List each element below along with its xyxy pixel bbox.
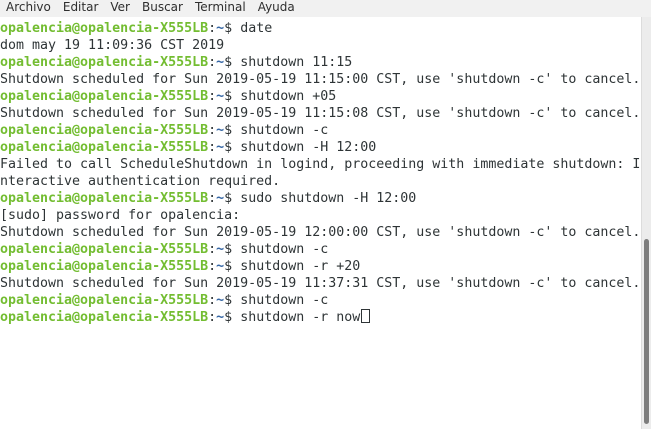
prompt-symbol: $	[224, 140, 241, 155]
command-text: shutdown -H 12:00	[240, 140, 377, 155]
prompt-separator: :	[208, 89, 217, 104]
command-line: opalencia@opalencia-X555LB:~$ shutdown -…	[0, 292, 641, 309]
command-line: opalencia@opalencia-X555LB:~$ shutdown -…	[0, 309, 641, 326]
prompt-path: ~	[216, 89, 225, 104]
prompt-path: ~	[216, 259, 225, 274]
prompt-symbol: $	[224, 259, 241, 274]
menu-bar: Archivo Editar Ver Buscar Terminal Ayuda	[0, 0, 651, 17]
prompt-user-host: opalencia@opalencia-X555LB	[0, 123, 209, 138]
vertical-scrollbar[interactable]	[641, 17, 651, 429]
output-text: Failed to call ScheduleShutdown in login…	[0, 157, 641, 172]
prompt-separator: :	[208, 310, 217, 325]
command-text: shutdown -c	[240, 123, 329, 138]
output-line: Failed to call ScheduleShutdown in login…	[0, 156, 641, 173]
output-line: [sudo] password for opalencia:	[0, 207, 641, 224]
text-cursor	[361, 309, 371, 323]
menu-item-buscar[interactable]: Buscar	[136, 0, 189, 17]
prompt-separator: :	[208, 123, 217, 138]
command-line: opalencia@opalencia-X555LB:~$ sudo shutd…	[0, 190, 641, 207]
menu-item-ayuda[interactable]: Ayuda	[252, 0, 301, 17]
prompt-user-host: opalencia@opalencia-X555LB	[0, 191, 209, 206]
prompt-symbol: $	[224, 55, 241, 70]
prompt-path: ~	[216, 140, 225, 155]
prompt-user-host: opalencia@opalencia-X555LB	[0, 140, 209, 155]
command-text: date	[240, 21, 273, 36]
output-line: Shutdown scheduled for Sun 2019-05-19 11…	[0, 71, 641, 88]
command-line: opalencia@opalencia-X555LB:~$ shutdown -…	[0, 122, 641, 139]
prompt-symbol: $	[224, 191, 241, 206]
prompt-user-host: opalencia@opalencia-X555LB	[0, 259, 209, 274]
menu-item-ver[interactable]: Ver	[104, 0, 136, 17]
prompt-user-host: opalencia@opalencia-X555LB	[0, 310, 209, 325]
prompt-separator: :	[208, 21, 217, 36]
prompt-symbol: $	[224, 310, 241, 325]
command-line: opalencia@opalencia-X555LB:~$ shutdown -…	[0, 258, 641, 275]
terminal-window: Archivo Editar Ver Buscar Terminal Ayuda opal…	[0, 0, 651, 429]
prompt-path: ~	[216, 55, 225, 70]
command-text: shutdown -r now	[240, 310, 361, 325]
output-line: nteractive authentication required.	[0, 173, 641, 190]
command-line: opalencia@opalencia-X555LB:~$ shutdown +…	[0, 88, 641, 105]
command-text: shutdown 11:15	[240, 55, 353, 70]
prompt-user-host: opalencia@opalencia-X555LB	[0, 55, 209, 70]
menu-item-archivo[interactable]: Archivo	[0, 0, 57, 17]
output-text: dom may 19 11:09:36 CST 2019	[0, 38, 225, 53]
command-text: shutdown +05	[240, 89, 337, 104]
output-text: nteractive authentication required.	[0, 174, 281, 189]
terminal-area[interactable]: opalencia@opalencia-X555LB:~$ date dom ma…	[0, 17, 641, 429]
prompt-symbol: $	[224, 123, 241, 138]
output-text: Shutdown scheduled for Sun 2019-05-19 11…	[0, 276, 641, 291]
prompt-symbol: $	[224, 21, 241, 36]
prompt-path: ~	[216, 242, 225, 257]
prompt-separator: :	[208, 293, 217, 308]
output-line: dom may 19 11:09:36 CST 2019	[0, 37, 641, 54]
command-line: opalencia@opalencia-X555LB:~$ shutdown -…	[0, 139, 641, 156]
output-line: Shutdown scheduled for Sun 2019-05-19 12…	[0, 224, 641, 241]
prompt-user-host: opalencia@opalencia-X555LB	[0, 242, 209, 257]
prompt-user-host: opalencia@opalencia-X555LB	[0, 89, 209, 104]
prompt-path: ~	[216, 21, 225, 36]
prompt-path: ~	[216, 123, 225, 138]
output-line: Shutdown scheduled for Sun 2019-05-19 11…	[0, 275, 641, 292]
command-line: opalencia@opalencia-X555LB:~$ shutdown -…	[0, 241, 641, 258]
prompt-path: ~	[216, 191, 225, 206]
prompt-separator: :	[208, 242, 217, 257]
prompt-user-host: opalencia@opalencia-X555LB	[0, 21, 209, 36]
prompt-separator: :	[208, 140, 217, 155]
output-text: Shutdown scheduled for Sun 2019-05-19 11…	[0, 72, 641, 87]
command-text: sudo shutdown -H 12:00	[240, 191, 417, 206]
prompt-symbol: $	[224, 242, 241, 257]
prompt-symbol: $	[224, 293, 241, 308]
output-text: Shutdown scheduled for Sun 2019-05-19 12…	[0, 225, 641, 240]
command-text: shutdown -c	[240, 242, 329, 257]
prompt-separator: :	[208, 259, 217, 274]
prompt-separator: :	[208, 191, 217, 206]
scrollbar-thumb[interactable]	[644, 239, 649, 424]
prompt-symbol: $	[224, 89, 241, 104]
command-text: shutdown -c	[240, 293, 329, 308]
command-text: shutdown -r +20	[240, 259, 361, 274]
command-line: opalencia@opalencia-X555LB:~$ date	[0, 20, 641, 37]
output-line: Shutdown scheduled for Sun 2019-05-19 11…	[0, 105, 641, 122]
terminal-output: opalencia@opalencia-X555LB:~$ date dom ma…	[0, 20, 641, 326]
menu-item-editar[interactable]: Editar	[57, 0, 105, 17]
output-text: Shutdown scheduled for Sun 2019-05-19 11…	[0, 106, 641, 121]
output-text: [sudo] password for opalencia:	[0, 208, 241, 223]
command-line: opalencia@opalencia-X555LB:~$ shutdown 1…	[0, 54, 641, 71]
prompt-path: ~	[216, 293, 225, 308]
prompt-user-host: opalencia@opalencia-X555LB	[0, 293, 209, 308]
prompt-path: ~	[216, 310, 225, 325]
prompt-separator: :	[208, 55, 217, 70]
menu-item-terminal[interactable]: Terminal	[189, 0, 252, 17]
